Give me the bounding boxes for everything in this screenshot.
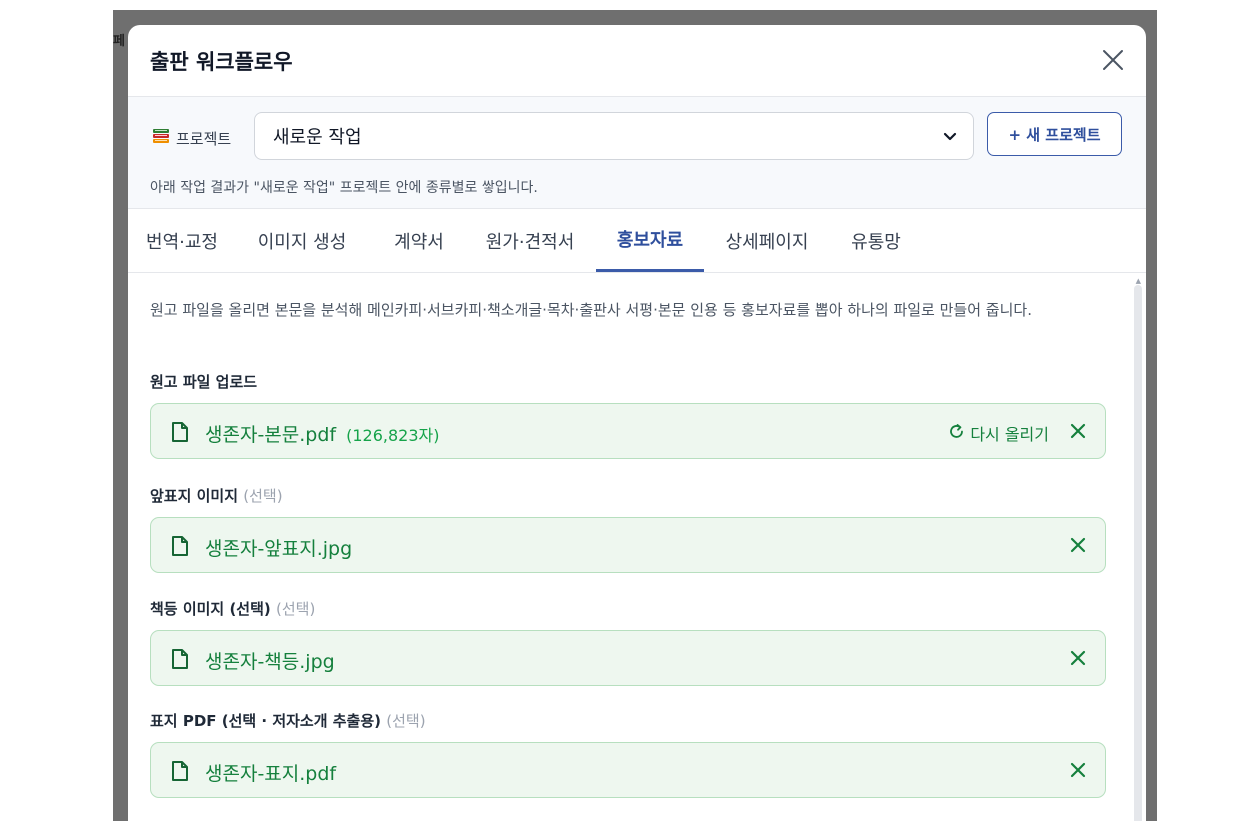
file-box-cover-pdf: 생존자-표지.pdf <box>150 742 1106 798</box>
tab-cost-estimate[interactable]: 원가·견적서 <box>470 209 590 272</box>
file-icon <box>171 421 189 447</box>
file-name: 생존자-책등.jpg <box>205 651 335 673</box>
char-count: (126,823자) <box>346 426 440 445</box>
publishing-workflow-modal: 출판 워크플로우 프로젝트 새로운 작업 + 새 프로젝트 아래 작업 결과가 … <box>128 25 1146 821</box>
field-label-text: 원고 파일 업로드 <box>150 373 258 391</box>
field-label: 책등 이미지 (선택) (선택) <box>150 598 315 619</box>
field-label: 원고 파일 업로드 <box>150 371 257 392</box>
books-icon <box>152 127 170 149</box>
tab-translation[interactable]: 번역·교정 <box>128 209 236 272</box>
remove-file-icon[interactable] <box>1069 422 1087 444</box>
field-label: 앞표지 이미지 (선택) <box>150 485 283 506</box>
optional-tag: (선택) <box>243 487 283 505</box>
project-hint: 아래 작업 결과가 "새로운 작업" 프로젝트 안에 종류별로 쌓입니다. <box>150 180 538 196</box>
field-label-text: 표지 PDF (선택 · 저자소개 추출용) <box>150 712 382 730</box>
file-box-spine: 생존자-책등.jpg <box>150 630 1106 686</box>
project-bar: 프로젝트 새로운 작업 + 새 프로젝트 아래 작업 결과가 "새로운 작업" … <box>128 97 1146 209</box>
tab-bar: 번역·교정 이미지 생성 계약서 원가·견적서 홍보자료 상세페이지 유통망 <box>128 209 1146 273</box>
project-select[interactable]: 새로운 작업 <box>254 112 974 160</box>
remove-file-icon[interactable] <box>1069 761 1087 783</box>
reupload-button[interactable]: 다시 올리기 <box>948 421 1049 445</box>
tab-promotional-materials[interactable]: 홍보자료 <box>596 209 704 272</box>
remove-file-icon[interactable] <box>1069 649 1087 671</box>
project-label: 프로젝트 <box>176 129 232 148</box>
file-icon <box>171 535 189 561</box>
project-select-value: 새로운 작업 <box>273 127 362 148</box>
refresh-icon <box>948 423 965 444</box>
optional-tag: (선택) <box>276 600 316 618</box>
description-text: 원고 파일을 올리면 본문을 분석해 메인카피·서브카피·책소개글·목차·출판사… <box>150 301 1032 319</box>
scrollbar[interactable] <box>1134 285 1142 821</box>
field-label-text: 앞표지 이미지 <box>150 487 239 505</box>
optional-tag: (선택) <box>386 712 426 730</box>
tab-contract[interactable]: 계약서 <box>376 209 462 272</box>
chevron-down-icon <box>941 128 959 151</box>
file-icon <box>171 648 189 674</box>
tab-content: ▲ 원고 파일을 올리면 본문을 분석해 메인카피·서브카피·책소개글·목차·출… <box>128 273 1146 821</box>
modal-header: 출판 워크플로우 <box>128 25 1146 97</box>
scroll-up-icon[interactable]: ▲ <box>1136 277 1141 285</box>
file-name-text: 생존자-본문.pdf <box>205 424 337 446</box>
close-icon[interactable] <box>1098 45 1128 75</box>
project-label-group: 프로젝트 <box>152 127 231 149</box>
file-box-manuscript: 생존자-본문.pdf (126,823자) 다시 올리기 <box>150 403 1106 459</box>
file-name: 생존자-본문.pdf (126,823자) <box>205 420 439 447</box>
file-box-front-cover: 생존자-앞표지.jpg <box>150 517 1106 573</box>
remove-file-icon[interactable] <box>1069 536 1087 558</box>
file-name: 생존자-표지.pdf <box>205 763 337 785</box>
reupload-label: 다시 올리기 <box>970 425 1049 444</box>
field-label: 표지 PDF (선택 · 저자소개 추출용) (선택) <box>150 710 426 731</box>
tab-image-generation[interactable]: 이미지 생성 <box>246 209 358 272</box>
new-project-button[interactable]: + 새 프로젝트 <box>987 112 1122 156</box>
file-name: 생존자-앞표지.jpg <box>205 538 353 560</box>
tab-distribution[interactable]: 유통망 <box>836 209 916 272</box>
field-label-text: 책등 이미지 (선택) <box>150 600 271 618</box>
modal-title: 출판 워크플로우 <box>150 50 293 74</box>
background-page-text: 페 <box>113 34 125 49</box>
tab-detail-page[interactable]: 상세페이지 <box>712 209 822 272</box>
file-icon <box>171 760 189 786</box>
